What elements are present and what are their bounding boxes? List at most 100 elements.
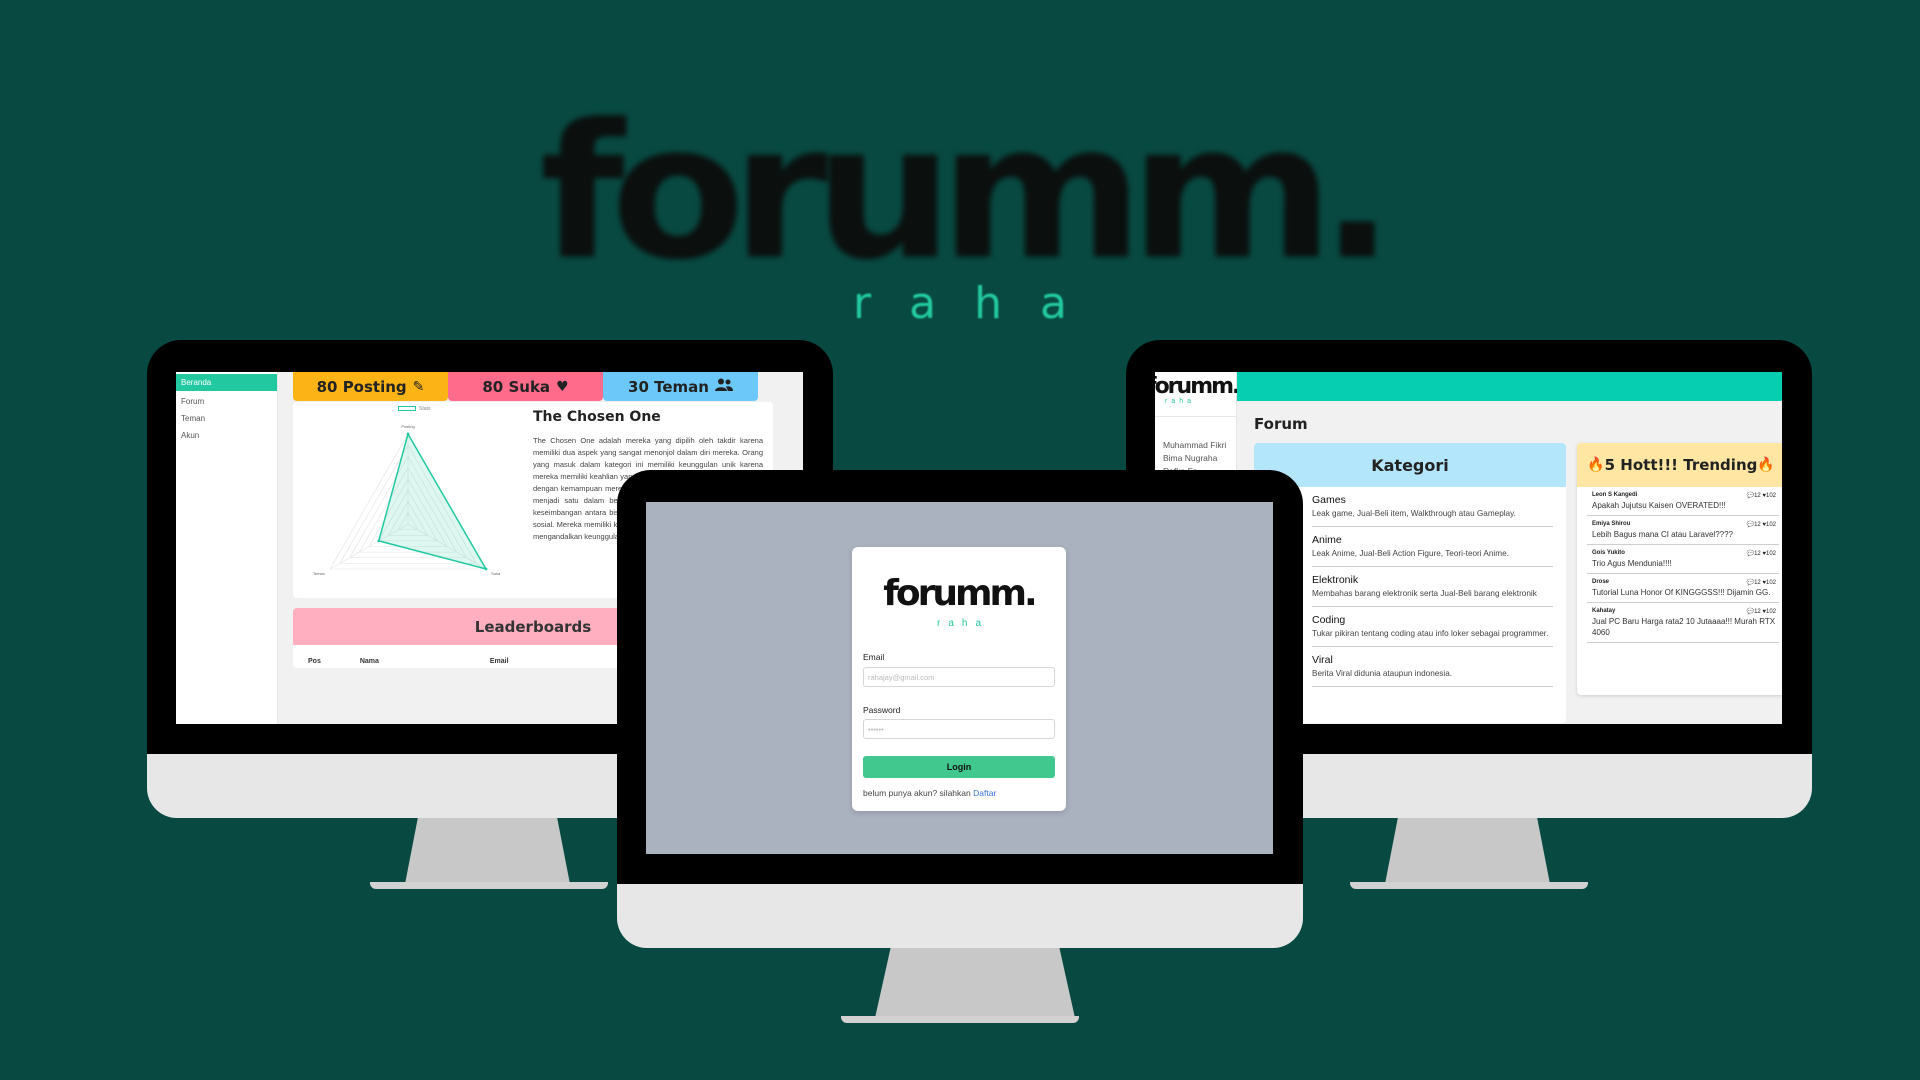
- forum-title: Forum: [1254, 415, 1308, 433]
- login-screen: forumm. raha Email rahajay@gmail.com Pas…: [646, 502, 1273, 854]
- kategori-item[interactable]: Coding Tukar pikiran tentang coding atau…: [1312, 607, 1553, 647]
- email-field[interactable]: rahajay@gmail.com: [863, 667, 1055, 687]
- trending-title: 5 Hott!!! Trending: [1604, 456, 1758, 474]
- kategori-name: Elektronik: [1312, 574, 1359, 586]
- column-email: Email: [489, 658, 509, 665]
- password-field[interactable]: ••••••: [863, 719, 1055, 739]
- stats-row: 80 Posting ✎ 80 Suka ♥ 30 Teman: [293, 372, 758, 401]
- comment-count: 12: [1754, 493, 1761, 499]
- sidebar-divider: [1155, 416, 1237, 417]
- stat-teman[interactable]: 30 Teman: [603, 372, 758, 401]
- radar-point: [484, 567, 488, 571]
- radar-legend: Stats: [398, 406, 430, 412]
- kategori-item[interactable]: Games Leak game, Jual-Beli item, Walkthr…: [1312, 487, 1553, 527]
- register-prompt: belum punya akun? silahkan Daftar: [863, 788, 996, 798]
- kategori-name: Coding: [1312, 614, 1346, 626]
- trending-list: Leon S Kangedi 💬12 ♥102 Apakah Jujutsu Kai…: [1577, 487, 1782, 643]
- trending-text: Trio Agus Mendunia!!!!: [1592, 559, 1672, 568]
- register-text: belum punya akun? silahkan: [863, 788, 971, 798]
- kategori-item[interactable]: Anime Leak Anime, Jual-Beli Action Figur…: [1312, 527, 1553, 567]
- trending-item[interactable]: Gois Yukito 💬12 ♥102 Trio Agus Mendunia!!!…: [1587, 545, 1779, 574]
- email-label: Email: [863, 652, 885, 662]
- radar-legend-label: Stats: [419, 406, 431, 412]
- comment-count: 12: [1754, 522, 1761, 528]
- sidebar-tagline: raha: [1165, 398, 1196, 405]
- trending-item[interactable]: Drose 💬12 ♥102 Tutorial Luna Honor Of KING…: [1587, 574, 1779, 603]
- login-button[interactable]: Login: [863, 756, 1055, 778]
- trending-text: Apakah Jujutsu Kaisen OVERATED!!!: [1592, 501, 1726, 510]
- register-link[interactable]: Daftar: [973, 788, 996, 798]
- trending-meta: 💬12 ♥102: [1747, 608, 1776, 615]
- stat-posting-label: 80 Posting: [316, 377, 407, 396]
- fire-icon: 🔥: [1757, 457, 1775, 473]
- radar-data-shape: [377, 432, 488, 571]
- kategori-item[interactable]: Elektronik Membahas barang elektronik se…: [1312, 567, 1553, 607]
- like-count: 102: [1765, 609, 1776, 615]
- center-monitor-foot: [841, 1016, 1079, 1023]
- legend-swatch: [398, 406, 416, 412]
- comment-count: 12: [1754, 551, 1761, 557]
- right-monitor-foot: [1350, 882, 1588, 889]
- comment-icon: 💬: [1746, 609, 1755, 615]
- sidebar-item-beranda[interactable]: Beranda: [176, 374, 277, 391]
- like-count: 102: [1765, 580, 1776, 586]
- left-monitor-foot: [370, 882, 608, 889]
- comment-count: 12: [1754, 609, 1761, 615]
- hero-tagline: raha: [853, 278, 1105, 329]
- column-pos: Pos: [308, 658, 321, 665]
- kategori-title: Kategori: [1254, 443, 1566, 487]
- trending-item[interactable]: Emiya Shirou 💬12 ♥102 Lebih Bagus mana CI …: [1587, 516, 1779, 545]
- radar-point: [377, 539, 381, 543]
- kategori-name: Anime: [1312, 534, 1342, 546]
- hero-logo: forumm.: [0, 95, 1920, 291]
- trending-item[interactable]: Leon S Kangedi 💬12 ♥102 Apakah Jujutsu Kai…: [1587, 487, 1779, 516]
- hero-wordmark: forumm.: [539, 84, 1394, 302]
- trending-text: Lebih Bagus mana CI atau Laravel????: [1592, 530, 1733, 539]
- fire-icon: 🔥: [1587, 457, 1605, 473]
- sidebar-user[interactable]: Muhammad Fikri: [1163, 440, 1226, 450]
- forum-topbar: [1237, 372, 1782, 401]
- right-monitor-neck: [1385, 816, 1550, 884]
- stat-suka-label: 80 Suka: [482, 377, 551, 396]
- left-monitor-neck: [405, 816, 570, 884]
- trending-meta: 💬12 ♥102: [1747, 492, 1776, 499]
- radar-axis-posting: Posting: [401, 424, 414, 429]
- forum-main: Forum Kategori Games Leak game, Jual-Bel…: [1237, 401, 1782, 724]
- comment-icon: 💬: [1746, 522, 1755, 528]
- stat-posting[interactable]: 80 Posting ✎: [293, 372, 448, 401]
- sidebar-item-akun[interactable]: Akun: [176, 427, 277, 444]
- stat-teman-label: 30 Teman: [628, 377, 709, 396]
- center-monitor-neck: [875, 946, 1075, 1018]
- radar-axis-suka: Suka: [491, 571, 501, 576]
- kategori-desc: Leak Anime, Jual-Beli Action Figure, Teo…: [1312, 549, 1509, 558]
- trending-text: Tutorial Luna Honor Of KINGGGSS!!! Dijam…: [1592, 588, 1771, 597]
- sidebar-user[interactable]: Bima Nugraha: [1163, 453, 1217, 463]
- like-count: 102: [1765, 551, 1776, 557]
- radar-axis-teman: Teman: [313, 571, 325, 576]
- comment-icon: 💬: [1746, 493, 1755, 499]
- kategori-name: Viral: [1312, 654, 1333, 666]
- stat-suka[interactable]: 80 Suka ♥: [448, 372, 603, 401]
- kategori-desc: Tukar pikiran tentang coding atau info l…: [1312, 629, 1549, 638]
- kategori-desc: Berita Viral didunia ataupun indonesia.: [1312, 669, 1453, 678]
- sidebar-logo[interactable]: forumm.: [1155, 374, 1240, 399]
- pencil-icon: ✎: [412, 378, 425, 395]
- like-count: 102: [1765, 522, 1776, 528]
- trending-item[interactable]: Kahatay 💬12 ♥102 Jual PC Baru Harga rata2 …: [1587, 603, 1779, 643]
- comment-count: 12: [1754, 580, 1761, 586]
- sidebar-item-teman[interactable]: Teman: [176, 410, 277, 427]
- column-nama: Nama: [359, 658, 379, 665]
- dashboard-sidebar: Beranda Forum Teman Akun: [176, 372, 278, 724]
- trending-meta: 💬12 ♥102: [1747, 521, 1776, 528]
- heart-icon: ♥: [556, 378, 569, 395]
- profile-title: The Chosen One: [533, 409, 661, 425]
- kategori-desc: Leak game, Jual-Beli item, Walkthrough a…: [1312, 509, 1516, 518]
- kategori-item[interactable]: Viral Berita Viral didunia ataupun indon…: [1312, 647, 1553, 687]
- trending-meta: 💬12 ♥102: [1747, 579, 1776, 586]
- kategori-name: Games: [1312, 494, 1346, 506]
- login-logo: forumm.: [883, 573, 1037, 614]
- trending-card: 🔥 5 Hott!!! Trending 🔥 Leon S Kangedi 💬12…: [1577, 443, 1782, 695]
- trending-text: Jual PC Baru Harga rata2 10 Jutaaaa!!! M…: [1592, 617, 1776, 637]
- like-count: 102: [1765, 493, 1776, 499]
- sidebar-item-forum[interactable]: Forum: [176, 393, 277, 410]
